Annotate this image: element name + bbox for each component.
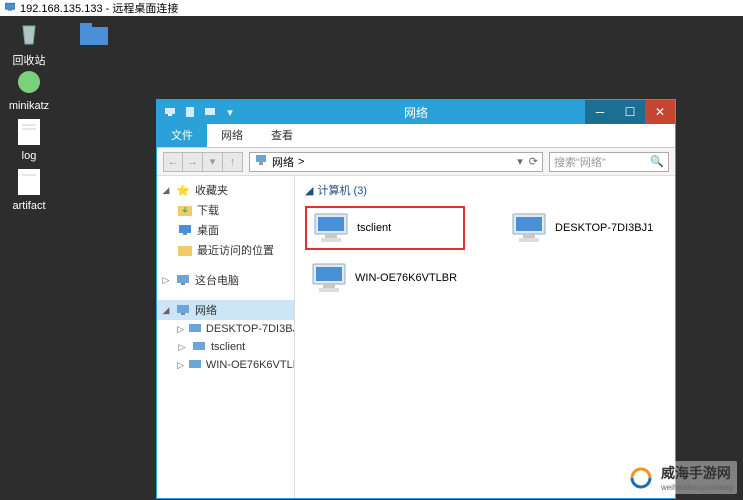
nav-favorites[interactable]: ◢⭐收藏夹 — [157, 180, 294, 200]
search-box[interactable]: 搜索"网络" 🔍 — [549, 152, 669, 172]
pc-icon — [311, 212, 351, 244]
watermark: 威海手游网weihaishouyouwang — [623, 461, 737, 494]
item-label: DESKTOP-7DI3BJ1 — [555, 222, 653, 234]
pc-icon — [191, 340, 207, 354]
rdp-icon — [4, 1, 16, 16]
desktop-icon-artifact[interactable]: artifact — [5, 166, 53, 212]
computer-item-win[interactable]: WIN-OE76K6VTLBR — [305, 258, 465, 298]
nav-up-button[interactable]: ↑ — [223, 152, 243, 172]
collapse-icon[interactable]: ◢ — [305, 184, 313, 197]
pc-icon — [188, 358, 202, 372]
nav-item-desktop[interactable]: 桌面 — [157, 220, 294, 240]
expand-icon[interactable]: ▷ — [177, 324, 184, 335]
pc-icon — [309, 262, 349, 294]
address-bar[interactable]: 网络 > ▾ ⟳ — [249, 152, 543, 172]
ribbon-tab-network[interactable]: 网络 — [207, 123, 257, 147]
item-label: tsclient — [357, 222, 391, 234]
collapse-icon[interactable]: ◢ — [161, 185, 171, 196]
downloads-icon — [177, 203, 193, 217]
network-icon[interactable] — [163, 105, 177, 119]
nav-network-item[interactable]: ▷DESKTOP-7DI3BJ1 — [157, 320, 294, 338]
ribbon-tab-view[interactable]: 查看 — [257, 123, 307, 147]
address-dropdown-icon[interactable]: ▾ — [517, 155, 523, 168]
nav-forward-button[interactable]: → — [183, 152, 203, 172]
explorer-window: ▾ 网络 ─ ☐ ✕ 文件 网络 查看 ? ← → ▾ ↑ 网络 — [156, 99, 676, 499]
nav-pane: ◢⭐收藏夹 下载 桌面 最近访问的位置 ▷这台电脑 ◢网络 ▷DESKTOP-7… — [157, 176, 295, 498]
search-placeholder: 搜索"网络" — [554, 154, 606, 170]
expand-icon[interactable]: ▷ — [177, 360, 184, 371]
desktop-icon — [177, 223, 193, 237]
minimize-button[interactable]: ─ — [585, 100, 615, 124]
watermark-logo — [627, 464, 655, 492]
desktop-icon-folder[interactable] — [70, 18, 118, 52]
expand-icon[interactable]: ▷ — [177, 342, 187, 353]
quick-access-toolbar: ▾ — [157, 105, 243, 119]
network-icon — [175, 303, 191, 317]
pc-icon — [509, 212, 549, 244]
watermark-title: 威海手游网 — [661, 463, 733, 483]
address-network-icon — [254, 154, 268, 169]
desktop-icon-minikatz[interactable]: minikatz — [5, 66, 53, 112]
ribbon-tab-file[interactable]: 文件 — [157, 123, 207, 147]
rdp-title: 192.168.135.133 - 远程桌面连接 — [20, 0, 178, 16]
refresh-button[interactable]: ⟳ — [529, 155, 538, 168]
remote-desktop: 回收站 minikatz log artifact ▾ 网络 ─ ☐ ✕ 文件 … — [0, 16, 743, 500]
ribbon: 文件 网络 查看 — [157, 124, 675, 148]
nav-back-button[interactable]: ← — [163, 152, 183, 172]
content-pane: ◢计算机 (3) tsclient DESKTOP-7DI3BJ1 WIN-OE… — [295, 176, 675, 498]
qat-dropdown-icon[interactable]: ▾ — [223, 105, 237, 119]
nav-network-item[interactable]: ▷WIN-OE76K6VTLB — [157, 356, 294, 374]
expand-icon[interactable]: ▷ — [161, 275, 171, 286]
maximize-button[interactable]: ☐ — [615, 100, 645, 124]
address-separator[interactable]: > — [298, 156, 304, 168]
group-header[interactable]: ◢计算机 (3) — [305, 182, 665, 198]
rdp-titlebar: 192.168.135.133 - 远程桌面连接 — [0, 0, 743, 16]
nav-network-item[interactable]: ▷tsclient — [157, 338, 294, 356]
watermark-sub: weihaishouyouwang — [661, 483, 733, 492]
pc-icon — [188, 322, 202, 336]
collapse-icon[interactable]: ◢ — [161, 305, 171, 316]
star-icon: ⭐ — [175, 183, 191, 197]
address-location: 网络 — [272, 154, 294, 170]
nav-network[interactable]: ◢网络 — [157, 300, 294, 320]
nav-history-button[interactable]: ▾ — [203, 152, 223, 172]
nav-item-downloads[interactable]: 下载 — [157, 200, 294, 220]
close-button[interactable]: ✕ — [645, 100, 675, 124]
nav-item-recent[interactable]: 最近访问的位置 — [157, 240, 294, 260]
desktop-icon-log[interactable]: log — [5, 116, 53, 162]
computer-icon — [175, 273, 191, 287]
search-icon[interactable]: 🔍 — [650, 155, 664, 168]
desktop-icon-recycle[interactable]: 回收站 — [5, 18, 53, 68]
computer-item-tsclient[interactable]: tsclient — [305, 206, 465, 250]
computer-item-desktop[interactable]: DESKTOP-7DI3BJ1 — [505, 206, 665, 250]
item-label: WIN-OE76K6VTLBR — [355, 272, 457, 284]
titlebar[interactable]: ▾ 网络 ─ ☐ ✕ — [157, 100, 675, 124]
recent-icon — [177, 243, 193, 257]
qat-properties-icon[interactable] — [183, 105, 197, 119]
nav-this-pc[interactable]: ▷这台电脑 — [157, 270, 294, 290]
address-bar-row: ← → ▾ ↑ 网络 > ▾ ⟳ 搜索"网络" 🔍 — [157, 148, 675, 176]
qat-computer-icon[interactable] — [203, 105, 217, 119]
